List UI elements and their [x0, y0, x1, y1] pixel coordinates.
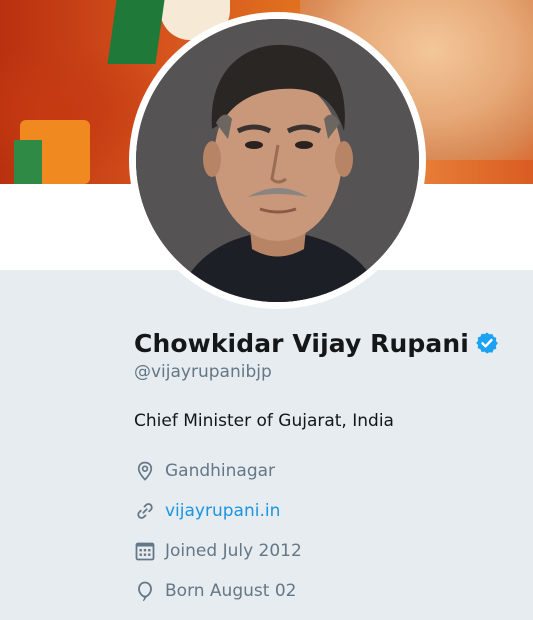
- avatar-portrait: [136, 19, 419, 302]
- calendar-icon: [135, 542, 155, 561]
- profile-meta-list: Gandhinagar vijayrupani.in Joined July 2…: [134, 451, 514, 611]
- website-link[interactable]: vijayrupani.in: [165, 501, 280, 521]
- profile-bio: Chief Minister of Gujarat, India: [134, 411, 394, 431]
- location-text: Gandhinagar: [165, 461, 276, 481]
- banner-green-flag-small: [14, 140, 42, 184]
- verified-badge-icon[interactable]: [475, 331, 499, 355]
- banner-green-flag: [107, 0, 165, 64]
- link-icon: [137, 503, 153, 519]
- birthday-text: Born August 02: [165, 581, 297, 601]
- name-row: Chowkidar Vijay Rupani: [134, 326, 514, 360]
- profile-joined: Joined July 2012: [134, 531, 514, 571]
- profile-info: Chowkidar Vijay Rupani @vijayrupanibjp C…: [134, 326, 514, 611]
- profile-location: Gandhinagar: [134, 451, 514, 491]
- profile-birthday: Born August 02: [134, 571, 514, 611]
- profile-display-name[interactable]: Chowkidar Vijay Rupani: [134, 329, 469, 358]
- profile-handle[interactable]: @vijayrupanibjp: [134, 360, 514, 384]
- profile-website[interactable]: vijayrupani.in: [134, 491, 514, 531]
- joined-text: Joined July 2012: [165, 541, 302, 561]
- profile-avatar[interactable]: [136, 19, 419, 302]
- location-pin-icon: [137, 461, 153, 481]
- balloon-icon: [138, 581, 152, 601]
